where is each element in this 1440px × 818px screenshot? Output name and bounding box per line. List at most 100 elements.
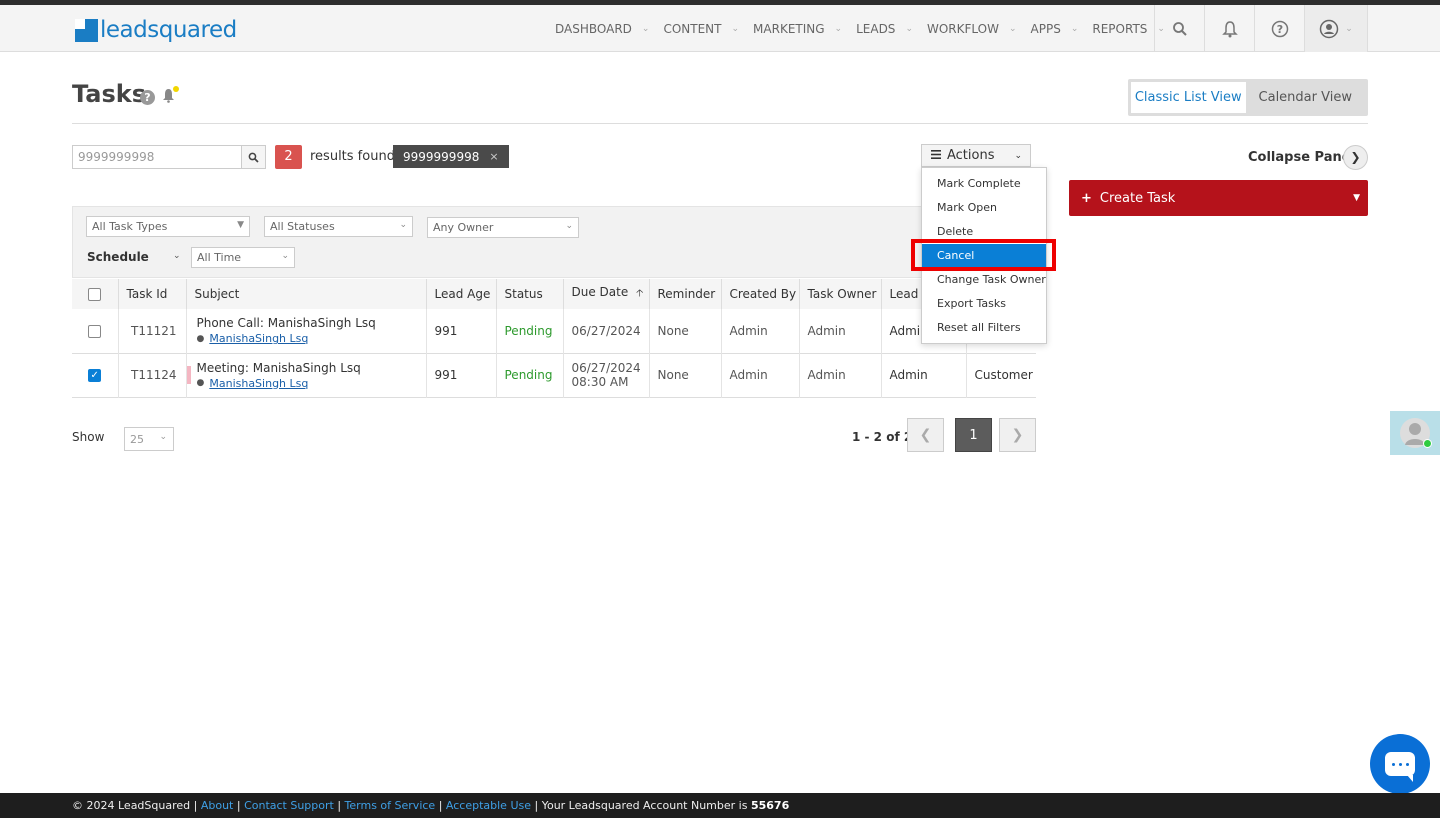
prev-page-button[interactable]: ❮: [907, 418, 944, 452]
statuses-select[interactable]: All Statuses ⌄: [264, 216, 413, 237]
search-icon[interactable]: [1154, 5, 1204, 52]
select-value: All Time: [197, 251, 242, 264]
chevron-down-icon: ⌄: [399, 220, 407, 230]
nav-content[interactable]: CONTENT ⌄: [663, 22, 741, 36]
page-size-select[interactable]: 25 ⌄: [124, 427, 174, 451]
search-button[interactable]: [241, 145, 266, 169]
chevron-down-icon: ⌄: [834, 23, 843, 34]
agent-avatar-widget[interactable]: [1390, 411, 1440, 455]
notification-bell-icon[interactable]: [162, 86, 179, 107]
menu-item-change-task-owner[interactable]: Change Task Owner: [922, 268, 1046, 292]
footer-link-acceptable-use[interactable]: Acceptable Use: [446, 799, 531, 812]
actions-button[interactable]: Actions ⌄: [921, 144, 1031, 167]
lead-owner: Admin: [881, 353, 967, 397]
schedule-select[interactable]: Schedule: [87, 250, 149, 264]
account-number: 55676: [750, 799, 790, 812]
menu-item-export-tasks[interactable]: Export Tasks: [922, 292, 1046, 316]
task-types-select[interactable]: All Task Types ▼: [86, 216, 250, 237]
copyright: © 2024 LeadSquared |: [72, 799, 198, 812]
close-icon[interactable]: ×: [489, 150, 498, 163]
menu-item-reset-filters[interactable]: Reset all Filters: [922, 316, 1046, 340]
help-icon[interactable]: ?: [1254, 5, 1304, 52]
nav-leads[interactable]: LEADS ⌄: [856, 22, 915, 36]
task-subject[interactable]: Phone Call: ManishaSingh Lsq: [197, 316, 426, 330]
table-header-row: Task Id Subject Lead Age Status Due Date…: [72, 279, 1036, 309]
search-icon: [248, 152, 259, 163]
lead-link[interactable]: ManishaSingh Lsq: [209, 332, 308, 345]
logo-mark-icon: [75, 18, 98, 42]
status-badge: Pending: [496, 353, 564, 397]
owner-select[interactable]: Any Owner ⌄: [427, 217, 579, 238]
person-icon: ●: [196, 333, 205, 344]
col-task-owner[interactable]: Task Owner: [799, 279, 882, 309]
notification-dot: [173, 86, 179, 92]
search-input[interactable]: 9999999998: [72, 145, 242, 169]
calendar-view-button[interactable]: Calendar View: [1246, 82, 1365, 113]
footer-link-terms[interactable]: Terms of Service: [345, 799, 436, 812]
table-row[interactable]: T11121 Phone Call: ManishaSingh Lsq ● Ma…: [72, 309, 1036, 353]
table-row[interactable]: ✓ T11124 Meeting: ManishaSingh Lsq ● Man…: [72, 353, 1036, 397]
main-nav: DASHBOARD ⌄ CONTENT ⌄ MARKETING ⌄ LEADS ⌄ WO…: [555, 5, 1179, 52]
lead-age: 991: [426, 309, 497, 353]
tasks-table: Task Id Subject Lead Age Status Due Date…: [72, 279, 1036, 398]
nav-label: LEADS: [856, 21, 896, 36]
create-task-button[interactable]: + Create Task ▼: [1069, 180, 1368, 216]
user-icon[interactable]: ⌄: [1304, 5, 1368, 52]
brand-logo[interactable]: leadsquared: [75, 17, 237, 43]
extra-cell: Customer: [974, 368, 1033, 382]
menu-item-mark-complete[interactable]: Mark Complete: [922, 172, 1046, 196]
nav-dashboard[interactable]: DASHBOARD ⌄: [555, 22, 651, 36]
col-status[interactable]: Status: [496, 279, 564, 309]
app-header: leadsquared DASHBOARD ⌄ CONTENT ⌄ MARKETIN…: [0, 5, 1440, 52]
svg-text:?: ?: [1276, 23, 1282, 36]
nav-apps[interactable]: APPS ⌄: [1031, 22, 1081, 36]
caret-down-icon[interactable]: ▼: [1353, 193, 1360, 203]
lead-info: ● ManishaSingh Lsq: [197, 377, 426, 390]
person-icon: ●: [196, 378, 205, 388]
time-select[interactable]: All Time ⌄: [191, 247, 295, 268]
task-subject[interactable]: Meeting: ManishaSingh Lsq: [197, 361, 426, 375]
create-task-label: Create Task: [1099, 190, 1176, 206]
nav-label: APPS: [1030, 21, 1061, 36]
view-toggle: Classic List View Calendar View: [1128, 79, 1368, 116]
chevron-down-icon: ⌄: [1345, 23, 1353, 34]
col-due-date[interactable]: Due Date 🡡: [563, 279, 650, 309]
nav-marketing[interactable]: MARKETING ⌄: [753, 22, 844, 36]
next-page-button[interactable]: ❯: [999, 418, 1036, 452]
online-status-dot: [1423, 439, 1432, 448]
help-icon[interactable]: ?: [140, 90, 155, 105]
select-all-checkbox[interactable]: [88, 288, 102, 301]
menu-item-mark-open[interactable]: Mark Open: [922, 196, 1046, 220]
chip-label: 9999999998: [403, 149, 480, 164]
row-checkbox[interactable]: ✓: [88, 369, 102, 382]
subject-cell: Meeting: ManishaSingh Lsq ● ManishaSingh…: [186, 353, 427, 397]
row-checkbox[interactable]: [88, 324, 102, 338]
reminder: None: [649, 353, 722, 397]
sort-up-icon: 🡡: [636, 288, 644, 299]
page-number-button[interactable]: 1: [955, 418, 992, 452]
bell-icon[interactable]: [1204, 5, 1254, 52]
plus-icon: +: [1081, 190, 1092, 206]
chat-launcher-button[interactable]: [1370, 734, 1430, 794]
lead-link[interactable]: ManishaSingh Lsq: [209, 377, 308, 390]
col-task-id[interactable]: Task Id: [118, 279, 187, 309]
footer-link-about[interactable]: About: [201, 799, 234, 812]
results-text: results found: [310, 149, 395, 164]
subject-cell: Phone Call: ManishaSingh Lsq ● ManishaSi…: [186, 309, 427, 353]
task-owner: Admin: [799, 309, 882, 353]
show-label: Show: [72, 430, 105, 444]
col-subject[interactable]: Subject: [186, 279, 427, 309]
col-lead-age[interactable]: Lead Age: [426, 279, 497, 309]
footer-link-contact-support[interactable]: Contact Support: [244, 799, 334, 812]
chevron-right-icon[interactable]: ❯: [1343, 145, 1368, 170]
col-label: Due Date: [571, 285, 629, 299]
page-title: Tasks: [72, 80, 147, 108]
classic-list-view-button[interactable]: Classic List View: [1131, 82, 1246, 113]
task-id: T11121: [118, 309, 187, 353]
highlight-box: [911, 239, 1056, 271]
collapse-panel-label[interactable]: Collapse Panel: [1248, 150, 1355, 165]
col-created-by[interactable]: Created By: [721, 279, 800, 309]
col-reminder[interactable]: Reminder: [649, 279, 722, 309]
nav-workflow[interactable]: WORKFLOW ⌄: [927, 22, 1019, 36]
pagination-info: 1 - 2 of 2: [852, 430, 913, 444]
